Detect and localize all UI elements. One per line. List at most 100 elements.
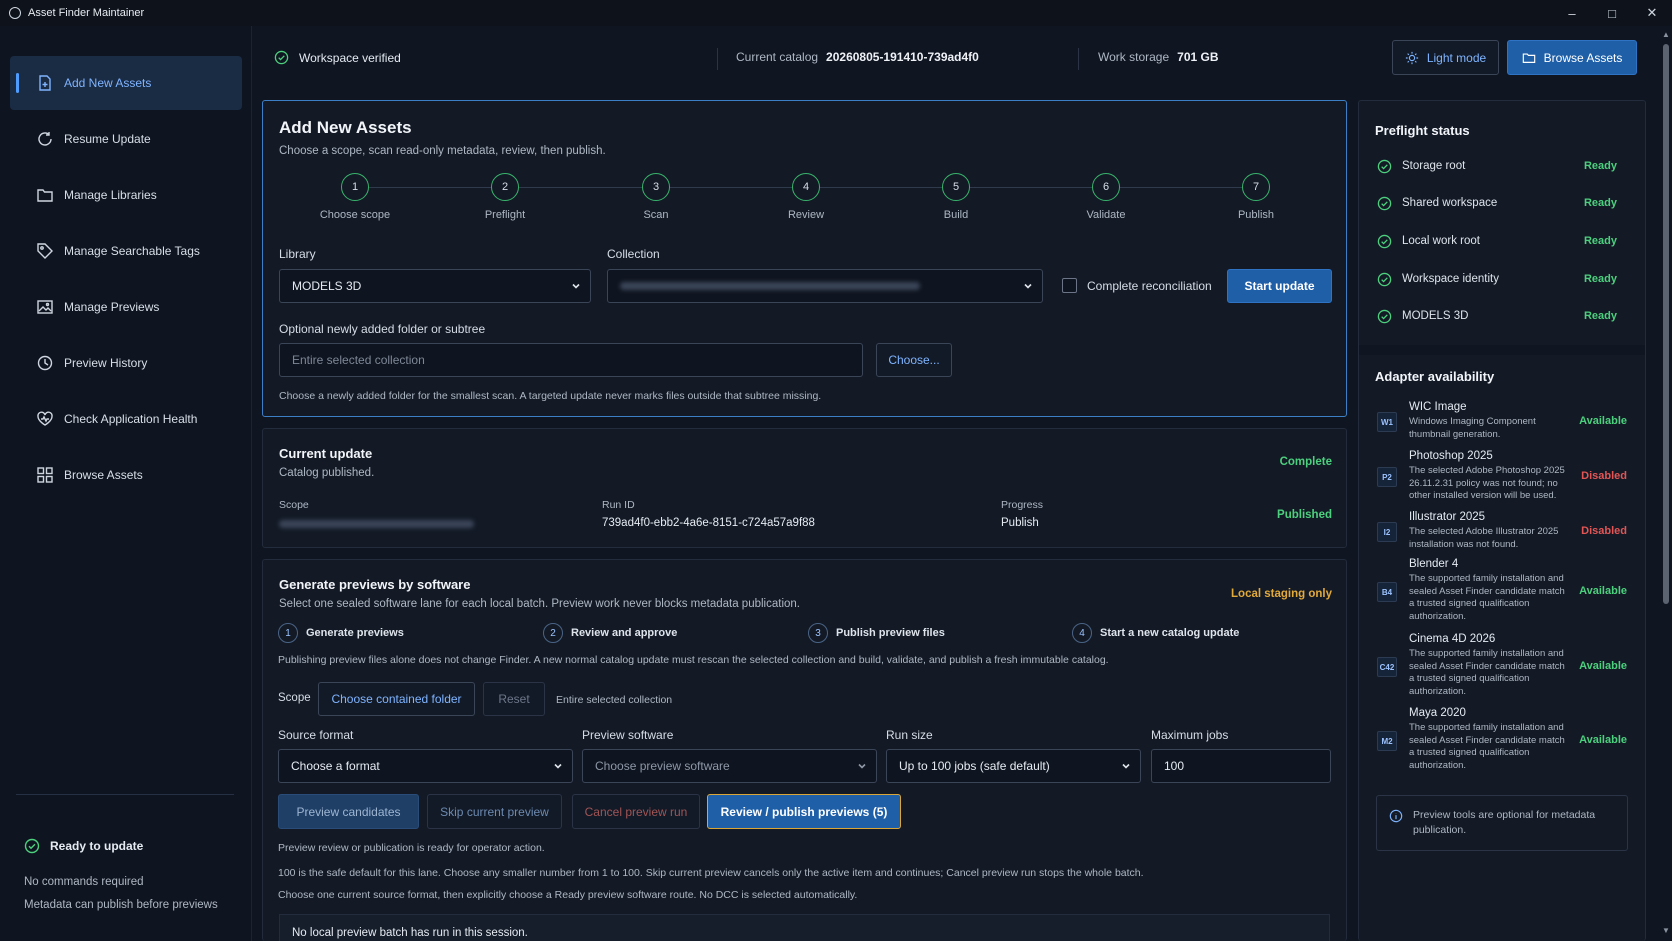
library-value: MODELS 3D: [292, 279, 362, 293]
folder-label: Optional newly added folder or subtree: [279, 322, 486, 336]
collection-select[interactable]: [607, 269, 1043, 303]
check-circle-icon: [1377, 272, 1392, 286]
step-number: 5: [942, 173, 970, 201]
sidebar-item-preview-history[interactable]: Preview History: [10, 336, 242, 390]
generate-step-2: 2 Review and approve: [543, 623, 677, 643]
page-subtitle: Choose a scope, scan read-only metadata,…: [279, 145, 606, 157]
storage-label: Work storage: [1098, 50, 1170, 64]
sidebar-item-add-new-assets[interactable]: Add New Assets: [10, 56, 242, 110]
step-label: Review and approve: [571, 627, 678, 639]
generate-step-4: 4 Start a new catalog update: [1072, 623, 1239, 643]
sidebar-item-manage-previews[interactable]: Manage Previews: [10, 280, 242, 334]
check-circle-icon: [274, 50, 289, 65]
start-update-button[interactable]: Start update: [1227, 269, 1332, 303]
preflight-status: Ready: [1583, 160, 1617, 172]
preflight-title: Preflight status: [1375, 123, 1470, 138]
sidebar-item-manage-libraries[interactable]: Manage Libraries: [10, 168, 242, 222]
step-label: Publish: [1237, 209, 1275, 221]
close-button[interactable]: ✕: [1632, 0, 1672, 26]
folder-icon: [1522, 52, 1535, 63]
step-label: Build: [943, 209, 969, 221]
generate-step-1: 1 Generate previews: [278, 623, 404, 643]
adapter-status: Available: [1579, 660, 1627, 672]
choose-folder-button[interactable]: Choose...: [876, 343, 952, 377]
reset-button[interactable]: Reset: [483, 682, 545, 716]
step-number: 2: [543, 623, 563, 643]
adapters-title: Adapter availability: [1375, 369, 1495, 384]
light-mode-button[interactable]: Light mode: [1392, 40, 1499, 75]
scrollbar[interactable]: ▲ ▼: [1662, 30, 1670, 935]
storage-value: 701 GB: [1177, 50, 1219, 64]
adapter-badge: W1: [1377, 412, 1397, 432]
adapter-status: Disabled: [1581, 470, 1627, 482]
check-circle-icon: [24, 838, 40, 854]
progress-label: Progress: [1001, 499, 1044, 511]
current-update-subtitle: Catalog published.: [279, 467, 375, 479]
preview-software-select[interactable]: Choose preview software: [582, 749, 877, 783]
sidebar-divider: [16, 794, 234, 795]
sidebar-item-label: Manage Libraries: [64, 188, 157, 202]
cancel-preview-run-button[interactable]: Cancel preview run: [572, 794, 700, 829]
current-update-title: Current update: [279, 446, 373, 461]
library-select[interactable]: MODELS 3D: [279, 269, 591, 303]
scroll-down-arrow[interactable]: ▼: [1662, 926, 1670, 935]
sidebar-item-resume-update[interactable]: Resume Update: [10, 112, 242, 166]
scrollbar-thumb[interactable]: [1663, 44, 1669, 604]
refresh-icon: [38, 132, 52, 146]
current-catalog: Current catalog 20260805-191410-739ad4f0: [736, 50, 979, 64]
folder-icon: [37, 189, 53, 202]
maximize-button[interactable]: □: [1592, 0, 1632, 26]
step-label: Choose scope: [319, 209, 391, 221]
adapter-row: P2 Photoshop 2025 The selected Adobe Pho…: [1377, 450, 1627, 506]
adapter-row: W1 WIC Image Windows Imaging Component t…: [1377, 401, 1627, 445]
run-size-value: Up to 100 jobs (safe default): [899, 759, 1050, 773]
sidebar-item-label: Add New Assets: [64, 76, 152, 90]
step-label: Review: [787, 209, 825, 221]
preview-software-value: Choose preview software: [595, 759, 730, 773]
adapter-badge: M2: [1377, 731, 1397, 751]
check-circle-icon: [1377, 309, 1392, 323]
scroll-up-arrow[interactable]: ▲: [1662, 30, 1670, 39]
preflight-row: Shared workspace Ready: [1377, 193, 1617, 213]
preflight-status: Ready: [1583, 197, 1617, 209]
adapter-name: Photoshop 2025: [1409, 450, 1493, 462]
minimize-button[interactable]: –: [1552, 0, 1592, 26]
source-format-select[interactable]: Choose a format: [278, 749, 573, 783]
batch-status-text: No local preview batch has run in this s…: [292, 927, 528, 939]
info-line: Choose one current source format, then e…: [278, 889, 858, 901]
step-label: Start a new catalog update: [1100, 627, 1240, 639]
max-jobs-label: Maximum jobs: [1151, 728, 1229, 742]
skip-current-preview-button[interactable]: Skip current preview: [427, 794, 562, 829]
info-icon: [1389, 809, 1403, 823]
chevron-down-icon: [858, 763, 866, 769]
step-number: 4: [1072, 623, 1092, 643]
adapter-name: WIC Image: [1409, 401, 1467, 413]
sidebar-item-label: Browse Assets: [64, 468, 143, 482]
sidebar-item-check-health[interactable]: Check Application Health: [10, 392, 242, 446]
step-number: 3: [642, 173, 670, 201]
reconcile-option[interactable]: Complete reconciliation: [1062, 278, 1212, 293]
chevron-down-icon: [1024, 283, 1032, 289]
max-jobs-input[interactable]: 100: [1151, 749, 1331, 783]
choose-contained-folder-button[interactable]: Choose contained folder: [318, 682, 475, 716]
catalog-label: Current catalog: [736, 50, 819, 64]
preview-candidates-button[interactable]: Preview candidates: [278, 794, 419, 829]
window-title: Asset Finder Maintainer: [28, 7, 145, 19]
reconcile-checkbox[interactable]: [1062, 278, 1077, 293]
run-size-select[interactable]: Up to 100 jobs (safe default): [886, 749, 1141, 783]
preflight-row: Storage root Ready: [1377, 156, 1617, 176]
step-number: 6: [1092, 173, 1120, 201]
grid-icon: [37, 467, 53, 483]
scope-value: Entire selected collection: [556, 694, 673, 706]
sidebar-item-manage-tags[interactable]: Manage Searchable Tags: [10, 224, 242, 278]
check-circle-icon: [1377, 234, 1392, 248]
review-publish-previews-button[interactable]: Review / publish previews (5): [707, 794, 901, 829]
browse-assets-button[interactable]: Browse Assets: [1507, 40, 1637, 75]
folder-input[interactable]: Entire selected collection: [279, 343, 863, 377]
ready-status: Ready to update: [24, 838, 143, 854]
generate-title: Generate previews by software: [279, 577, 471, 592]
ready-label: Ready to update: [50, 839, 144, 853]
current-update-panel: Current update Catalog published. Comple…: [262, 428, 1347, 548]
sidebar-item-browse-assets[interactable]: Browse Assets: [10, 448, 242, 502]
app-icon: [9, 7, 21, 19]
